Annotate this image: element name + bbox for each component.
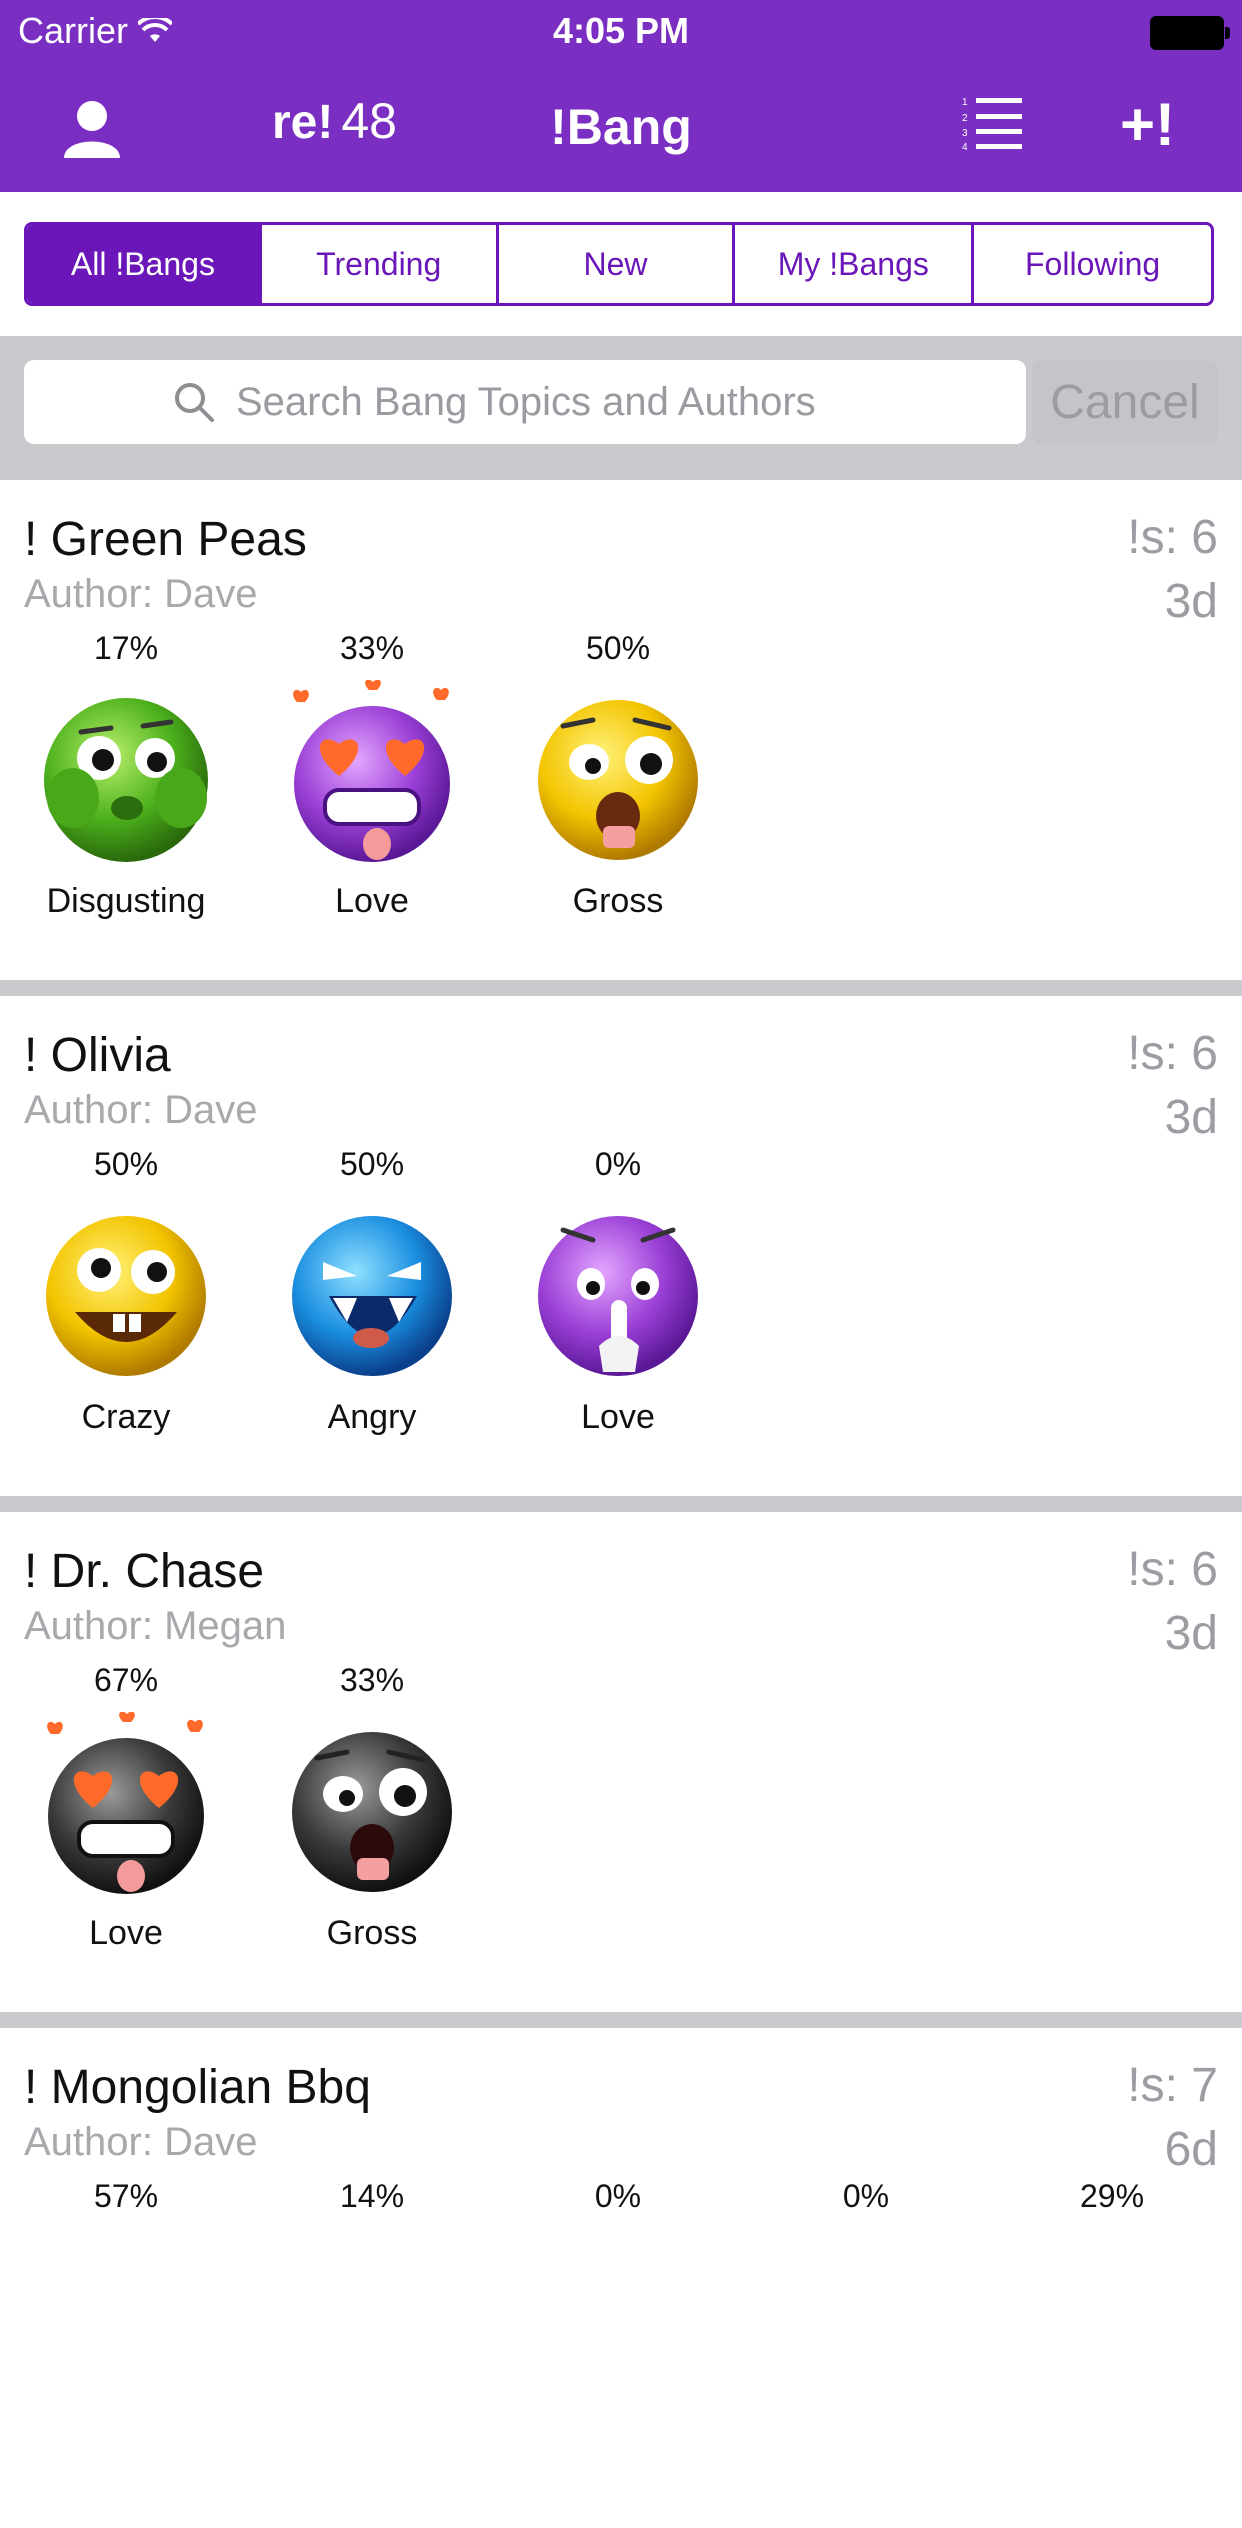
bang-age: 3d xyxy=(1164,1607,1218,1660)
bang-count: !s: 6 xyxy=(1127,511,1218,564)
reaction-label: Gross xyxy=(572,882,664,920)
reaction-option[interactable]: 33% Love xyxy=(252,630,492,921)
svg-text:4: 4 xyxy=(962,142,968,150)
tab-all-bangs[interactable]: All !Bangs xyxy=(27,225,262,303)
search-bar: Cancel xyxy=(0,336,1242,472)
yellow-crazy-face-icon xyxy=(46,1216,206,1376)
top-bar: Carrier 4:05 PM re! 48 !Bang 1 2 3 4 +! xyxy=(0,0,1242,192)
reaction-option[interactable]: 33% Gross xyxy=(252,1662,492,1953)
divider xyxy=(0,980,1242,996)
bang-age: 3d xyxy=(1164,1091,1218,1144)
bang-count: !s: 6 xyxy=(1127,1027,1218,1080)
bang-age: 6d xyxy=(1164,2123,1218,2176)
reaction-percent: 0% xyxy=(594,2178,642,2214)
green-disgusted-face-icon xyxy=(44,698,208,862)
reaction-percent: 17% xyxy=(93,630,159,666)
reaction-label: Love xyxy=(89,1914,163,1952)
divider xyxy=(0,1496,1242,1512)
bang-count: !s: 7 xyxy=(1127,2059,1218,2112)
svg-text:1: 1 xyxy=(962,97,968,108)
search-field[interactable] xyxy=(24,360,1026,444)
reaction-option[interactable]: 29% xyxy=(992,2178,1232,2218)
filter-area: All !Bangs Trending New My !Bangs Follow… xyxy=(0,192,1242,336)
reaction-percent: 33% xyxy=(339,630,405,666)
reaction-percent: 67% xyxy=(93,1662,159,1698)
search-input[interactable] xyxy=(234,378,878,426)
black-heart-eyes-face-icon xyxy=(47,1712,204,1894)
bang-card[interactable]: ! Mongolian Bbq Author: Dave !s: 7 6d 57… xyxy=(0,2028,1242,2528)
tab-following[interactable]: Following xyxy=(974,225,1211,303)
reaction-percent: 50% xyxy=(585,630,651,666)
reaction-label: Disgusting xyxy=(46,882,206,920)
reaction-percent: 33% xyxy=(339,1662,405,1698)
bang-age: 3d xyxy=(1164,575,1218,628)
bang-author: Author: Dave xyxy=(24,2120,258,2164)
bang-feed: ! Green Peas Author: Dave !s: 6 3d 17% D… xyxy=(0,472,1242,2528)
bang-author: Author: Dave xyxy=(24,572,258,616)
reaction-option[interactable]: 0% xyxy=(498,2178,738,2218)
bang-title: ! Green Peas xyxy=(24,513,307,566)
reaction-option[interactable]: 0% Love xyxy=(498,1146,738,1437)
bang-title: ! Dr. Chase xyxy=(24,1545,265,1598)
blue-angry-face-icon xyxy=(292,1216,452,1376)
reaction-percent: 0% xyxy=(842,2178,890,2214)
bang-card[interactable]: ! Dr. Chase Author: Megan !s: 6 3d 67% L… xyxy=(0,1512,1242,2012)
battery-icon xyxy=(1150,16,1230,50)
reaction-percent: 50% xyxy=(339,1146,405,1182)
reaction-option[interactable]: 17% Disgusting xyxy=(6,630,246,921)
reaction-label: Love xyxy=(581,1398,655,1436)
bang-count: !s: 6 xyxy=(1127,1543,1218,1596)
numbered-list-icon[interactable]: 1 2 3 4 xyxy=(962,96,1022,150)
reaction-option[interactable]: 57% xyxy=(6,2178,246,2218)
bang-author: Author: Megan xyxy=(24,1604,287,1648)
tab-trending[interactable]: Trending xyxy=(262,225,499,303)
reaction-percent: 50% xyxy=(93,1146,159,1182)
reaction-label: Crazy xyxy=(81,1398,171,1436)
add-bang-button[interactable]: +! xyxy=(1120,90,1175,159)
reaction-label: Angry xyxy=(327,1398,417,1436)
reaction-option[interactable]: 67% Love xyxy=(6,1662,246,1953)
svg-text:2: 2 xyxy=(962,113,968,124)
reaction-percent: 57% xyxy=(93,2178,159,2214)
divider xyxy=(0,472,1242,480)
reaction-label: Gross xyxy=(326,1914,418,1952)
filter-segmented-control: All !Bangs Trending New My !Bangs Follow… xyxy=(24,222,1214,306)
search-icon xyxy=(175,383,214,422)
reaction-option[interactable]: 0% xyxy=(746,2178,986,2218)
reaction-option[interactable]: 50% Crazy xyxy=(6,1146,246,1437)
bang-author: Author: Dave xyxy=(24,1088,258,1132)
tab-my-bangs[interactable]: My !Bangs xyxy=(735,225,975,303)
bang-title: ! Mongolian Bbq xyxy=(24,2061,371,2114)
reaction-option[interactable]: 14% xyxy=(252,2178,492,2218)
status-time: 4:05 PM xyxy=(552,10,690,51)
purple-heart-eyes-face-icon xyxy=(293,680,450,862)
reaction-percent: 14% xyxy=(339,2178,405,2214)
divider xyxy=(0,2012,1242,2028)
bang-card[interactable]: ! Olivia Author: Dave !s: 6 3d 50% Crazy… xyxy=(0,996,1242,1496)
purple-shush-face-icon xyxy=(538,1216,698,1376)
tab-new[interactable]: New xyxy=(499,225,736,303)
black-gross-face-icon xyxy=(292,1732,452,1892)
bang-card[interactable]: ! Green Peas Author: Dave !s: 6 3d 17% D… xyxy=(0,480,1242,980)
bang-title: ! Olivia xyxy=(24,1029,171,1082)
yellow-gross-face-icon xyxy=(538,700,698,860)
svg-text:3: 3 xyxy=(962,128,968,139)
cancel-button[interactable]: Cancel xyxy=(1032,360,1218,444)
reaction-label: Love xyxy=(335,882,409,920)
reaction-percent: 0% xyxy=(594,1146,642,1182)
reaction-option[interactable]: 50% Angry xyxy=(252,1146,492,1437)
page-title: !Bang xyxy=(550,99,692,155)
reaction-percent: 29% xyxy=(1079,2178,1145,2214)
reaction-option[interactable]: 50% Gross xyxy=(498,630,738,921)
